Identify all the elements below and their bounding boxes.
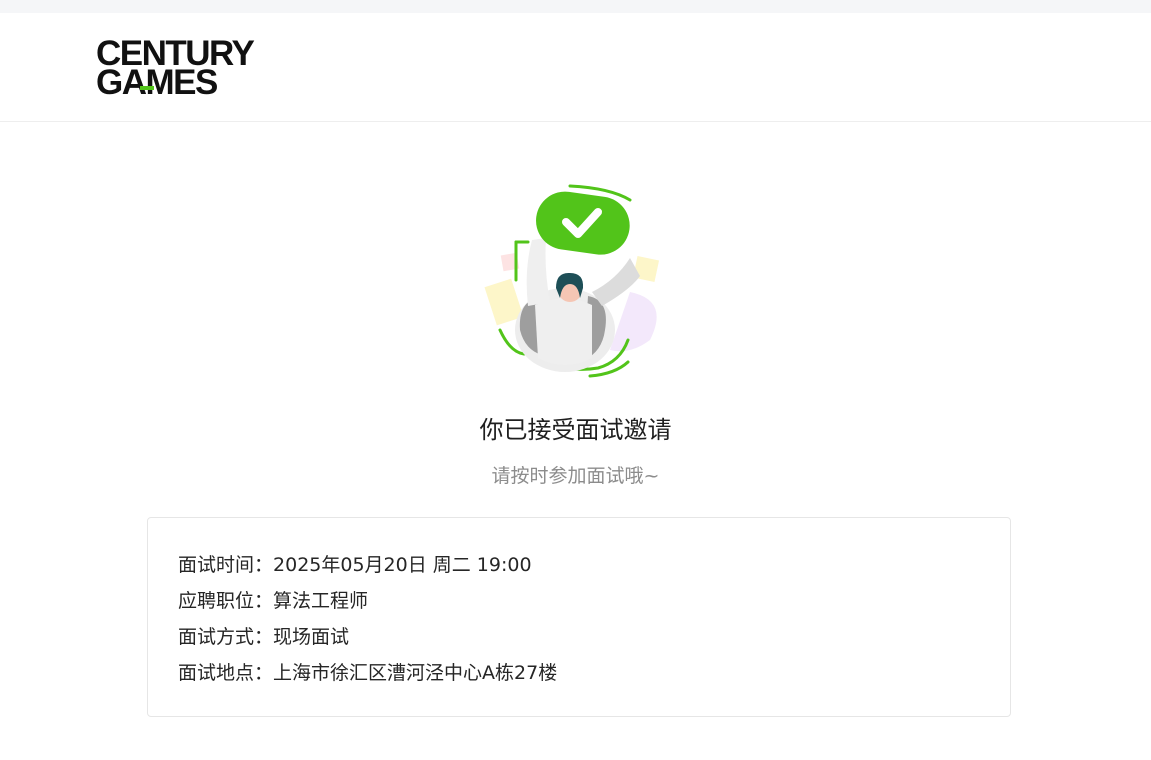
interview-method-row: 面试方式：现场面试 — [178, 622, 349, 649]
interview-time-row: 面试时间：2025年05月20日 周二 19:00 — [178, 550, 532, 577]
top-strip — [0, 0, 1151, 13]
interview-info-card: 面试时间：2025年05月20日 周二 19:00 应聘职位：算法工程师 面试方… — [147, 517, 1011, 717]
info-label: 面试地点： — [178, 662, 274, 684]
page-subtitle: 请按时参加面试哦~ — [491, 465, 660, 487]
info-value: 现场面试 — [273, 626, 350, 648]
interview-location-row: 面试地点：上海市徐汇区漕河泾中心A栋27楼 — [178, 658, 557, 685]
century-games-logo[interactable]: CENTURY GAMES — [96, 36, 286, 102]
logo-line-2: GAMES — [96, 63, 218, 102]
logo-accent-mark — [140, 86, 154, 90]
header: CENTURY GAMES — [0, 13, 1151, 122]
info-label: 面试方式： — [178, 626, 274, 648]
info-value: 算法工程师 — [273, 590, 369, 612]
info-value: 2025年05月20日 周二 19:00 — [273, 554, 532, 576]
info-value: 上海市徐汇区漕河泾中心A栋27楼 — [273, 662, 558, 684]
accepted-illustration-icon — [480, 180, 670, 380]
position-row: 应聘职位：算法工程师 — [178, 586, 368, 613]
info-label: 应聘职位： — [178, 590, 274, 612]
page-title: 你已接受面试邀请 — [479, 416, 672, 444]
info-label: 面试时间： — [178, 554, 274, 576]
